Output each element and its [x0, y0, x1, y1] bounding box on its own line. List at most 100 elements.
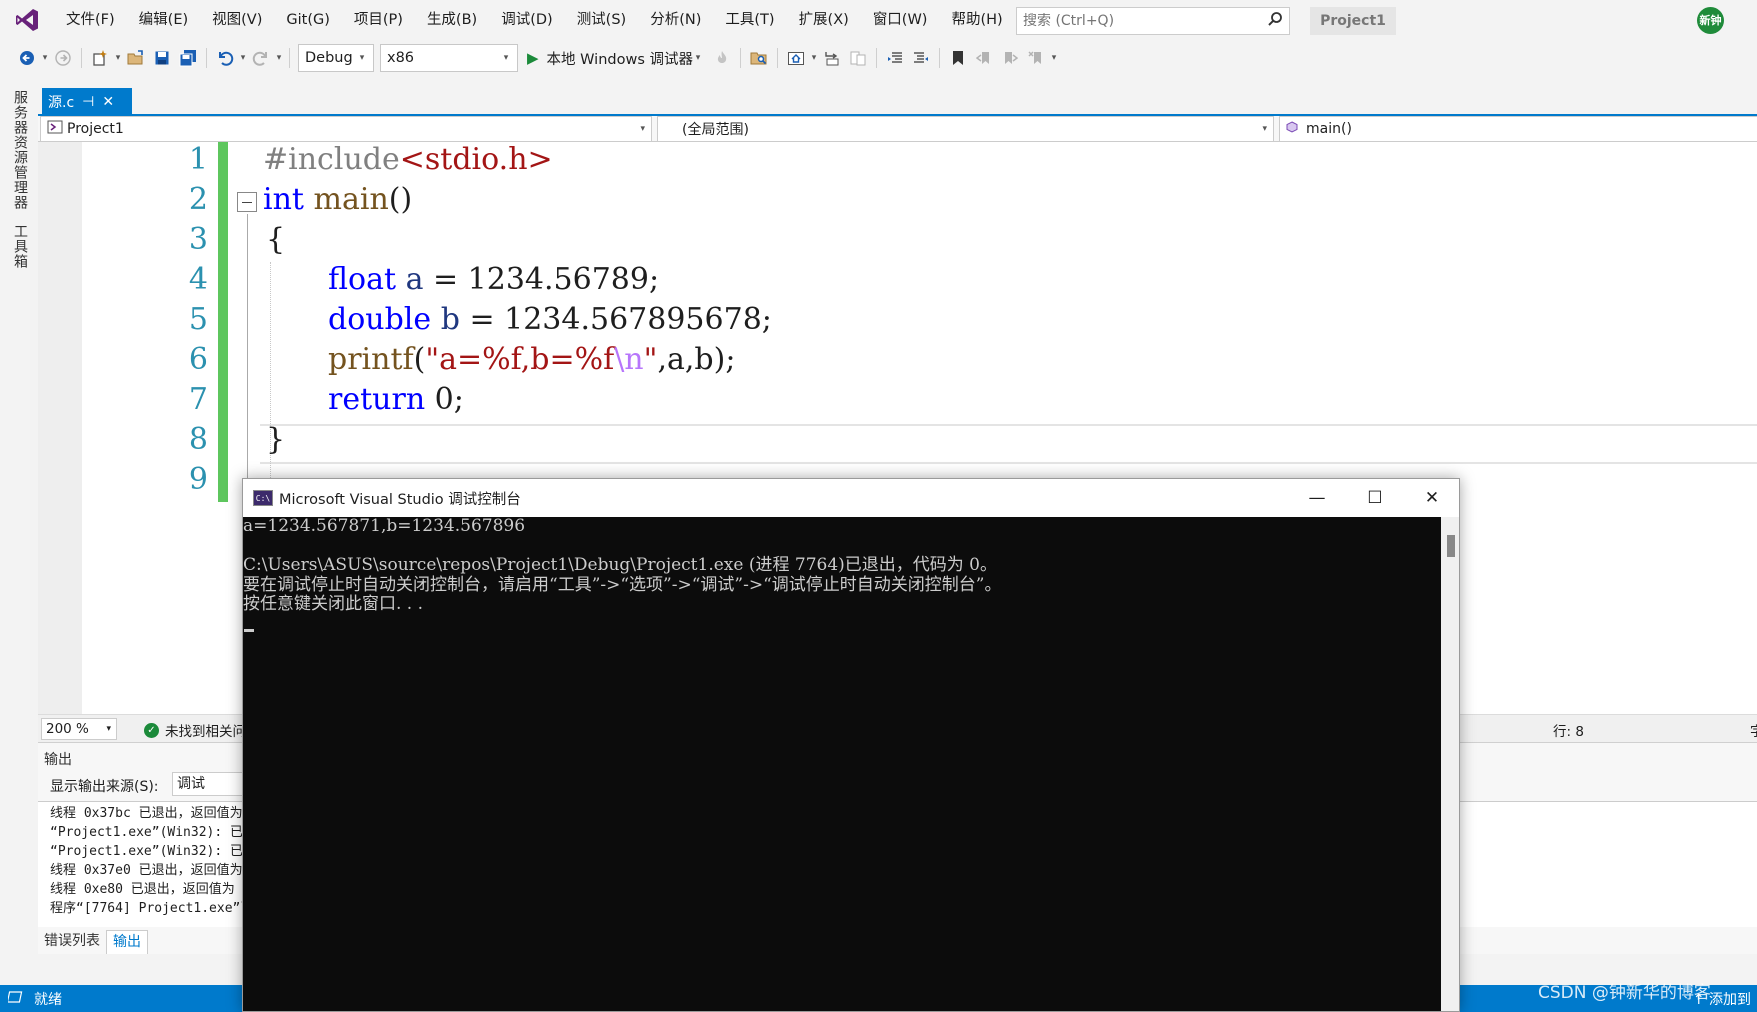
preprocessor-directive: #include: [263, 142, 400, 177]
console-line: C:\Users\ASUS\source\repos\Project1\Debu…: [243, 555, 998, 575]
line-number: 9: [188, 462, 208, 497]
indent-icon[interactable]: [882, 45, 908, 71]
menu-debug[interactable]: 调试(D): [489, 0, 564, 40]
find-in-files-icon[interactable]: [746, 45, 772, 71]
code-text: ,a,b);: [657, 342, 736, 377]
server-explorer-tab[interactable]: 服务器资源管理器: [10, 90, 30, 210]
search-icon[interactable]: [1267, 11, 1283, 31]
console-title: Microsoft Visual Studio 调试控制台: [279, 491, 521, 508]
visual-studio-logo-icon[interactable]: [0, 0, 54, 40]
project-icon: [47, 120, 63, 138]
open-file-icon[interactable]: [123, 45, 149, 71]
menu-extensions[interactable]: 扩展(X): [787, 0, 861, 40]
code-text: = 1234.567895678;: [459, 302, 772, 337]
project-dropdown[interactable]: Project1 ▾: [40, 116, 652, 142]
tab-error-list[interactable]: 错误列表: [38, 930, 106, 954]
variable-name: b: [440, 302, 460, 337]
chevron-down-icon: ▾: [1262, 124, 1267, 134]
console-line: a=1234.567871,b=1234.567896: [243, 516, 526, 536]
start-debugging-button[interactable]: ▶ 本地 Windows 调试器 ▾: [521, 44, 709, 72]
zoom-select[interactable]: 200 % ▾: [41, 718, 117, 740]
solution-platform-value: x86: [387, 50, 415, 66]
solution-explorer-home-icon[interactable]: [783, 45, 809, 71]
home-dropdown-icon[interactable]: ▾: [809, 53, 819, 63]
debug-console-window[interactable]: C:\ Microsoft Visual Studio 调试控制台 — ☐ ✕ …: [242, 478, 1460, 1012]
collapse-outline-icon[interactable]: [237, 192, 257, 212]
keyword: float: [328, 262, 397, 297]
step-out-icon[interactable]: [845, 45, 871, 71]
next-bookmark-icon[interactable]: [997, 45, 1023, 71]
document-tab-source[interactable]: 源.c ⊣ ✕: [42, 88, 132, 116]
change-tracking-bar: [218, 142, 228, 502]
solution-platform-select[interactable]: x86 ▾: [380, 44, 518, 72]
tab-output[interactable]: 输出: [106, 930, 148, 954]
step-into-icon[interactable]: [819, 45, 845, 71]
console-scrollbar[interactable]: [1441, 517, 1459, 1011]
console-scrollbar-thumb[interactable]: [1447, 535, 1455, 557]
console-line: 按任意键关闭此窗口. . .: [243, 594, 424, 614]
new-project-icon[interactable]: [87, 45, 113, 71]
menu-build[interactable]: 生成(B): [415, 0, 489, 40]
menu-project[interactable]: 项目(P): [342, 0, 415, 40]
line-number: 1: [188, 142, 208, 177]
editor-margin: [38, 142, 82, 714]
navigate-back-dropdown-icon[interactable]: ▾: [40, 53, 50, 63]
minimize-button[interactable]: —: [1288, 479, 1346, 517]
watermark: CSDN @钟新华的博客: [1538, 983, 1711, 1003]
console-title-bar[interactable]: C:\ Microsoft Visual Studio 调试控制台 — ☐ ✕: [243, 479, 1459, 517]
save-all-icon[interactable]: [175, 45, 201, 71]
outdent-icon[interactable]: [908, 45, 934, 71]
toolbox-tab[interactable]: 工具箱: [10, 224, 30, 269]
keyword: int: [263, 182, 304, 217]
code-text: = 1234.56789;: [423, 262, 660, 297]
menu-window[interactable]: 窗口(W): [861, 0, 940, 40]
scope-dropdown-value: (全局范围): [682, 122, 749, 138]
hot-reload-icon[interactable]: [709, 45, 735, 71]
chevron-down-icon: ▾: [359, 53, 365, 63]
output-source-select[interactable]: 调试: [172, 772, 252, 796]
scope-dropdown[interactable]: (全局范围) ▾: [657, 116, 1274, 142]
menu-view[interactable]: 视图(V): [200, 0, 274, 40]
search-box[interactable]: [1016, 7, 1290, 35]
status-ready-icon: [6, 990, 24, 1008]
menu-edit[interactable]: 编辑(E): [127, 0, 200, 40]
menu-test[interactable]: 测试(S): [565, 0, 639, 40]
redo-icon[interactable]: [248, 45, 274, 71]
code-text: {: [266, 222, 286, 257]
toolbar-separator: [876, 48, 877, 68]
solution-configuration-select[interactable]: Debug ▾: [298, 44, 374, 72]
clear-bookmarks-icon[interactable]: [1023, 45, 1049, 71]
user-avatar[interactable]: 新钟: [1697, 7, 1724, 34]
previous-bookmark-icon[interactable]: [971, 45, 997, 71]
function-icon: [1286, 121, 1298, 137]
redo-dropdown-icon[interactable]: ▾: [274, 53, 284, 63]
undo-icon[interactable]: [212, 45, 238, 71]
search-input[interactable]: [1023, 13, 1267, 29]
close-tab-icon[interactable]: ✕: [102, 94, 114, 110]
undo-dropdown-icon[interactable]: ▾: [238, 53, 248, 63]
menu-git[interactable]: Git(G): [274, 0, 342, 40]
pin-tab-icon[interactable]: ⊣: [82, 94, 94, 110]
code-line-2: int main(): [263, 182, 412, 217]
code-line-7: return 0;: [328, 382, 464, 417]
menu-file[interactable]: 文件(F): [54, 0, 127, 40]
line-number: 4: [188, 262, 208, 297]
escape-sequence: \n: [614, 342, 644, 377]
new-project-dropdown-icon[interactable]: ▾: [113, 53, 123, 63]
bookmark-icon[interactable]: [945, 45, 971, 71]
menu-analyze[interactable]: 分析(N): [638, 0, 713, 40]
close-window-button[interactable]: ✕: [1403, 479, 1459, 517]
char-position: 字: [1750, 724, 1757, 740]
toolbar-overflow-icon[interactable]: ▾: [1049, 53, 1059, 63]
menu-help[interactable]: 帮助(H): [939, 0, 1014, 40]
line-number: 6: [188, 342, 208, 377]
keyword: double: [328, 302, 432, 337]
maximize-button[interactable]: ☐: [1346, 479, 1404, 517]
menu-tools[interactable]: 工具(T): [713, 0, 786, 40]
save-icon[interactable]: [149, 45, 175, 71]
member-dropdown[interactable]: main(): [1279, 116, 1757, 142]
navigate-back-icon[interactable]: [14, 45, 40, 71]
console-output[interactable]: a=1234.567871,b=1234.567896 C:\Users\ASUS…: [243, 516, 1441, 1011]
navigate-forward-icon[interactable]: [50, 45, 76, 71]
function-name: printf: [328, 342, 414, 377]
